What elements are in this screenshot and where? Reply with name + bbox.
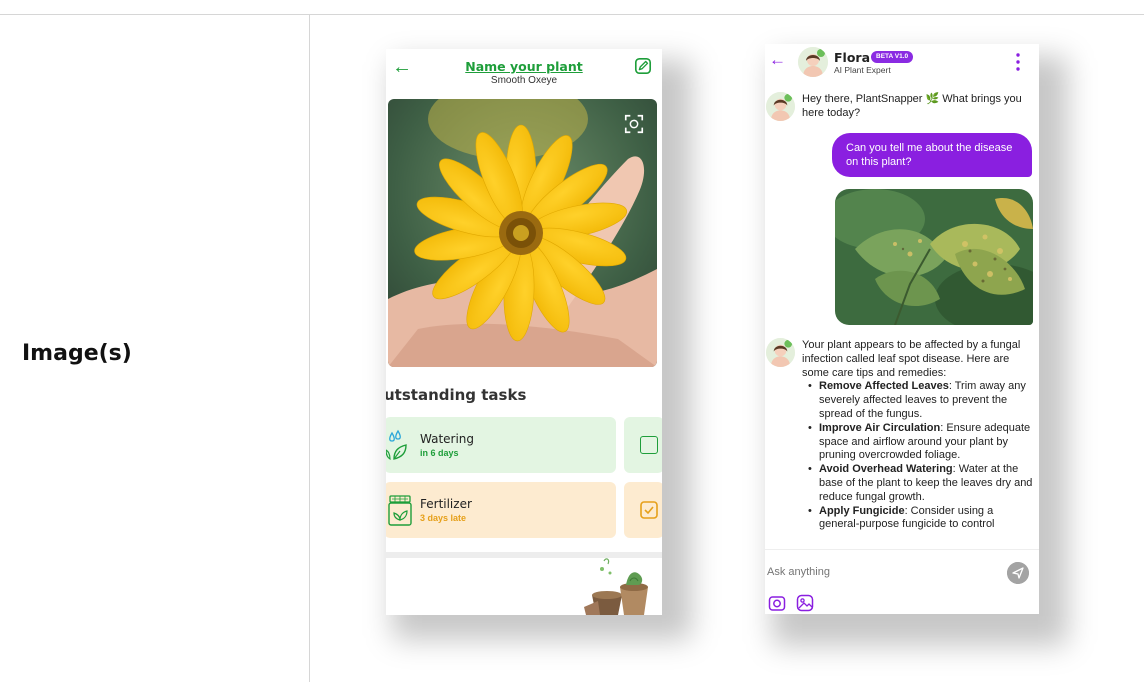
task-due: in 6 days (420, 448, 459, 458)
plant-species: Smooth Oxeye (490, 75, 558, 86)
flora-avatar (766, 92, 795, 121)
user-message-bubble: Can you tell me about the disease on thi… (832, 133, 1032, 177)
edit-icon[interactable] (634, 57, 652, 75)
chat-header: ← Flora BETA V1.0 AI Plant Expert (765, 44, 1039, 84)
task-name: Fertilizer (420, 497, 472, 511)
watering-icon (386, 429, 407, 460)
checkbox-checked-icon[interactable] (640, 501, 658, 519)
plant-photo (388, 99, 657, 367)
fertilizer-complete-box[interactable] (624, 482, 662, 538)
fertilizer-icon (388, 495, 412, 526)
list-item: • Remove Affected Leaves: Trim away any s… (808, 380, 1026, 420)
flora-avatar (766, 338, 795, 367)
reply-intro: Your plant appears to be affected by a f… (802, 339, 1021, 379)
table-column-divider (309, 14, 310, 682)
plant-detail-screen: ← Name your plant Smooth Oxeye utstandin… (386, 49, 662, 615)
more-menu-icon[interactable] (1015, 52, 1021, 72)
task-card-watering[interactable]: Watering in 6 days (386, 417, 616, 473)
user-uploaded-photo[interactable] (835, 189, 1033, 325)
chat-input-bar (765, 549, 1039, 614)
plant-name-link[interactable]: Name your plant (386, 59, 662, 74)
list-item: • Apply Fungicide: Consider using a gener… (808, 504, 995, 531)
gallery-icon[interactable] (796, 594, 814, 612)
task-due: 3 days late (420, 513, 467, 523)
watering-complete-box[interactable] (624, 417, 662, 473)
assistant-name: Flora (834, 50, 871, 65)
list-item: • Avoid Overhead Watering: Water at the b… (808, 463, 1033, 503)
assistant-greeting: Hey there, PlantSnapper 🌿 What brings yo… (802, 93, 1022, 119)
plant-pots-illustration (584, 558, 648, 615)
camera-icon[interactable] (768, 594, 786, 612)
task-name: Watering (420, 432, 475, 446)
beta-badge: BETA V1.0 (871, 51, 914, 63)
outstanding-tasks-heading: utstanding tasks (386, 386, 527, 404)
back-arrow-icon[interactable]: ← (769, 51, 786, 68)
assistant-role: AI Plant Expert (834, 65, 891, 75)
row-label: Image(s) (22, 341, 132, 366)
task-card-fertilizer[interactable]: Fertilizer 3 days late (386, 482, 616, 538)
chat-screen: ← Flora BETA V1.0 AI Plant Expert Hey th… (765, 44, 1039, 614)
chat-input[interactable] (767, 566, 987, 578)
checkbox-icon[interactable] (640, 436, 658, 454)
send-button[interactable] (1007, 562, 1029, 584)
table-top-border (0, 14, 1144, 15)
scan-icon[interactable] (623, 113, 645, 135)
flora-avatar (798, 47, 828, 77)
care-tips-list: • Remove Affected Leaves: Trim away any s… (802, 380, 1034, 532)
assistant-reply: Your plant appears to be affected by a f… (802, 339, 1034, 532)
plant-header: ← Name your plant Smooth Oxeye (386, 49, 662, 97)
list-item: • Improve Air Circulation: Ensure adequat… (808, 421, 1031, 462)
